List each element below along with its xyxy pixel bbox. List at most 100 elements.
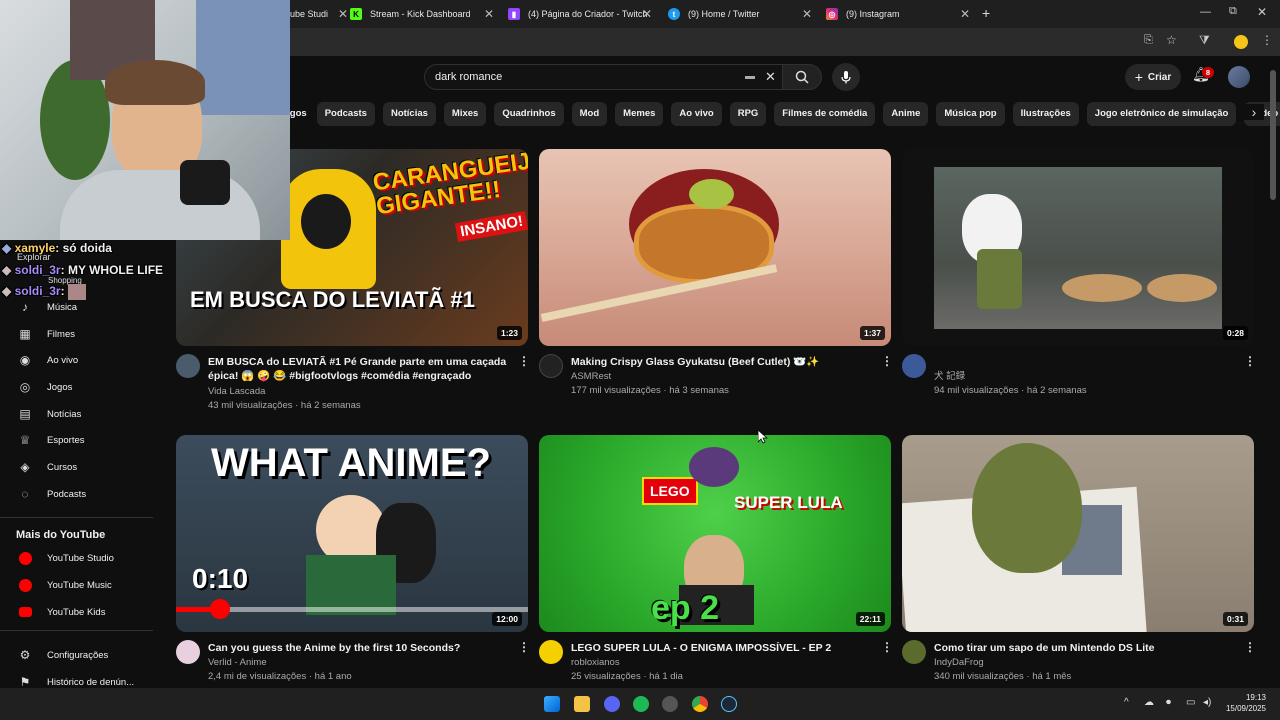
chip[interactable]: Memes	[615, 102, 664, 126]
steam-icon[interactable]	[721, 696, 737, 712]
thumb-caption: EM BUSCA DO LEVIATÃ #1	[190, 287, 475, 312]
sidebar-item-sports[interactable]: ♕ Esportes	[0, 427, 153, 453]
chip[interactable]: Podcasts	[316, 102, 375, 126]
install-app-icon[interactable]: ⎘	[1144, 34, 1153, 47]
obs-icon[interactable]	[662, 696, 678, 712]
voice-search-button[interactable]	[832, 63, 860, 91]
channel-name[interactable]: robloxianos	[571, 655, 620, 670]
clear-search-icon[interactable]: ✕	[765, 65, 776, 89]
channel-avatar[interactable]	[176, 354, 200, 378]
video-thumbnail[interactable]: 0:31	[902, 435, 1254, 632]
sidebar-item-courses[interactable]: ◈ Cursos	[0, 454, 153, 480]
tab-instagram[interactable]: ◎ (9) Instagram ✕	[826, 0, 974, 28]
spotify-icon[interactable]	[633, 696, 649, 712]
monitor-icon[interactable]: ▭	[1186, 697, 1195, 708]
sidebar-item-films[interactable]: ▦ Filmes	[0, 321, 153, 347]
search-input[interactable]: dark romance ▬ ✕	[424, 64, 786, 90]
chrome-icon[interactable]	[692, 696, 708, 712]
video-menu-icon[interactable]: ⋮	[881, 640, 893, 654]
scrollbar-thumb[interactable]	[1270, 70, 1276, 200]
clock-date: 15/09/2025	[1225, 704, 1266, 713]
video-duration: 1:23	[496, 326, 522, 340]
video-menu-icon[interactable]: ⋮	[1244, 640, 1256, 654]
video-title[interactable]: EM BUSCA do LEVIATÃ #1 Pé Grande parte e…	[208, 355, 508, 383]
browser-menu-icon[interactable]: ⋮	[1261, 33, 1273, 47]
tray-chevron-icon[interactable]: ^	[1124, 697, 1129, 708]
close-icon[interactable]: ✕	[484, 7, 494, 21]
close-icon[interactable]: ✕	[802, 7, 812, 21]
close-icon[interactable]: ✕	[960, 7, 970, 21]
tab-twitter[interactable]: t (9) Home / Twitter ✕	[668, 0, 816, 28]
close-icon[interactable]: ✕	[338, 7, 348, 21]
channel-name[interactable]: Vida Lascada	[208, 384, 265, 399]
chip[interactable]: Mixes	[443, 102, 487, 126]
extensions-icon[interactable]: ⧩	[1199, 33, 1210, 48]
video-menu-icon[interactable]: ⋮	[518, 354, 530, 368]
volume-icon[interactable]: ◂)	[1203, 697, 1211, 708]
profile-avatar[interactable]	[1234, 35, 1248, 49]
channel-avatar[interactable]	[539, 640, 563, 664]
video-meta: 340 mil visualizações · há 1 mês	[934, 671, 1072, 682]
video-thumbnail[interactable]: WHAT ANIME? 0:10 12:00	[176, 435, 528, 632]
search-button[interactable]	[782, 64, 822, 90]
minimize-button[interactable]: —	[1200, 6, 1211, 18]
sidebar-item-settings[interactable]: ⚙ Configurações	[0, 642, 153, 668]
chip[interactable]: Ilustrações	[1012, 102, 1079, 126]
video-thumbnail[interactable]: 1:37	[539, 149, 891, 346]
video-title[interactable]: Como tirar um sapo de um Nintendo DS Lit…	[934, 641, 1234, 655]
channel-avatar[interactable]	[539, 354, 563, 378]
badge-icon: ◆	[2, 263, 12, 277]
clock-time: 19:13	[1245, 693, 1266, 702]
podcast-icon: ◌	[21, 487, 29, 501]
sidebar-item-games[interactable]: ◎ Jogos	[0, 374, 153, 400]
keyboard-icon[interactable]: ▬	[745, 65, 755, 89]
chip[interactable]: Notícias	[382, 102, 436, 126]
account-avatar[interactable]	[1228, 66, 1250, 88]
sidebar-item-youtube-studio[interactable]: YouTube Studio	[0, 545, 153, 571]
discord-icon[interactable]	[604, 696, 620, 712]
chip[interactable]: Quadrinhos	[494, 102, 564, 126]
channel-name[interactable]: 犬 記録	[934, 369, 965, 384]
channel-avatar[interactable]	[902, 640, 926, 664]
sidebar-item-live[interactable]: ◉ Ao vivo	[0, 347, 153, 373]
create-button[interactable]: + Criar	[1125, 64, 1181, 90]
channel-name[interactable]: IndyDaFrog	[934, 655, 984, 670]
sidebar-item-podcasts[interactable]: ◌ Podcasts	[0, 481, 153, 507]
chip[interactable]: Ao vivo	[671, 102, 722, 126]
video-menu-icon[interactable]: ⋮	[881, 354, 893, 368]
video-menu-icon[interactable]: ⋮	[1244, 354, 1256, 368]
sidebar-item-news[interactable]: ▤ Notícias	[0, 401, 153, 427]
windows-start-icon[interactable]	[544, 696, 560, 712]
system-clock[interactable]: 19:13 15/09/2025	[1222, 692, 1266, 714]
close-icon[interactable]: ✕	[642, 7, 652, 21]
video-title[interactable]: LEGO SUPER LULA - O ENIGMA IMPOSSÍVEL - …	[571, 641, 871, 655]
tab-youtube-studio[interactable]: ube Studi ✕	[290, 0, 348, 28]
channel-avatar[interactable]	[902, 354, 926, 378]
new-tab-button[interactable]: +	[982, 5, 990, 21]
video-title[interactable]: Making Crispy Glass Gyukatsu (Beef Cutle…	[571, 355, 871, 369]
channel-name[interactable]: Verlid - Anime	[208, 655, 267, 670]
file-explorer-icon[interactable]	[574, 696, 590, 712]
tab-twitch[interactable]: ▮ (4) Página do Criador - Twitch ✕	[508, 0, 656, 28]
restore-button[interactable]: ⧉	[1229, 5, 1237, 18]
chip[interactable]: Mod	[571, 102, 608, 126]
video-menu-icon[interactable]: ⋮	[518, 640, 530, 654]
chip[interactable]: Filmes de comédia	[774, 102, 876, 126]
bookmark-star-icon[interactable]: ☆	[1166, 33, 1177, 47]
channel-avatar[interactable]	[176, 640, 200, 664]
channel-name[interactable]: ASMRest	[571, 369, 611, 384]
tray-mic-icon[interactable]: ⏺	[1166, 697, 1171, 708]
tab-kick[interactable]: K Stream - Kick Dashboard ✕	[350, 0, 498, 28]
chip[interactable]: RPG	[729, 102, 767, 126]
chip[interactable]: Anime	[883, 102, 929, 126]
sidebar-item-youtube-kids[interactable]: YouTube Kids	[0, 599, 153, 625]
video-thumbnail[interactable]: LEGO SUPER LULA ep 2 22:11	[539, 435, 891, 632]
video-thumbnail[interactable]: 0:28	[902, 149, 1254, 346]
chip[interactable]: Jogo eletrônico de simulação	[1086, 102, 1237, 126]
sidebar-item-youtube-music[interactable]: YouTube Music	[0, 572, 153, 598]
close-window-button[interactable]: ✕	[1257, 5, 1267, 19]
chevron-right-icon[interactable]: ›	[1244, 104, 1264, 120]
video-title[interactable]: Can you guess the Anime by the first 10 …	[208, 641, 508, 655]
cloud-icon[interactable]: ☁	[1144, 697, 1154, 708]
chip[interactable]: Música pop	[936, 102, 1005, 126]
